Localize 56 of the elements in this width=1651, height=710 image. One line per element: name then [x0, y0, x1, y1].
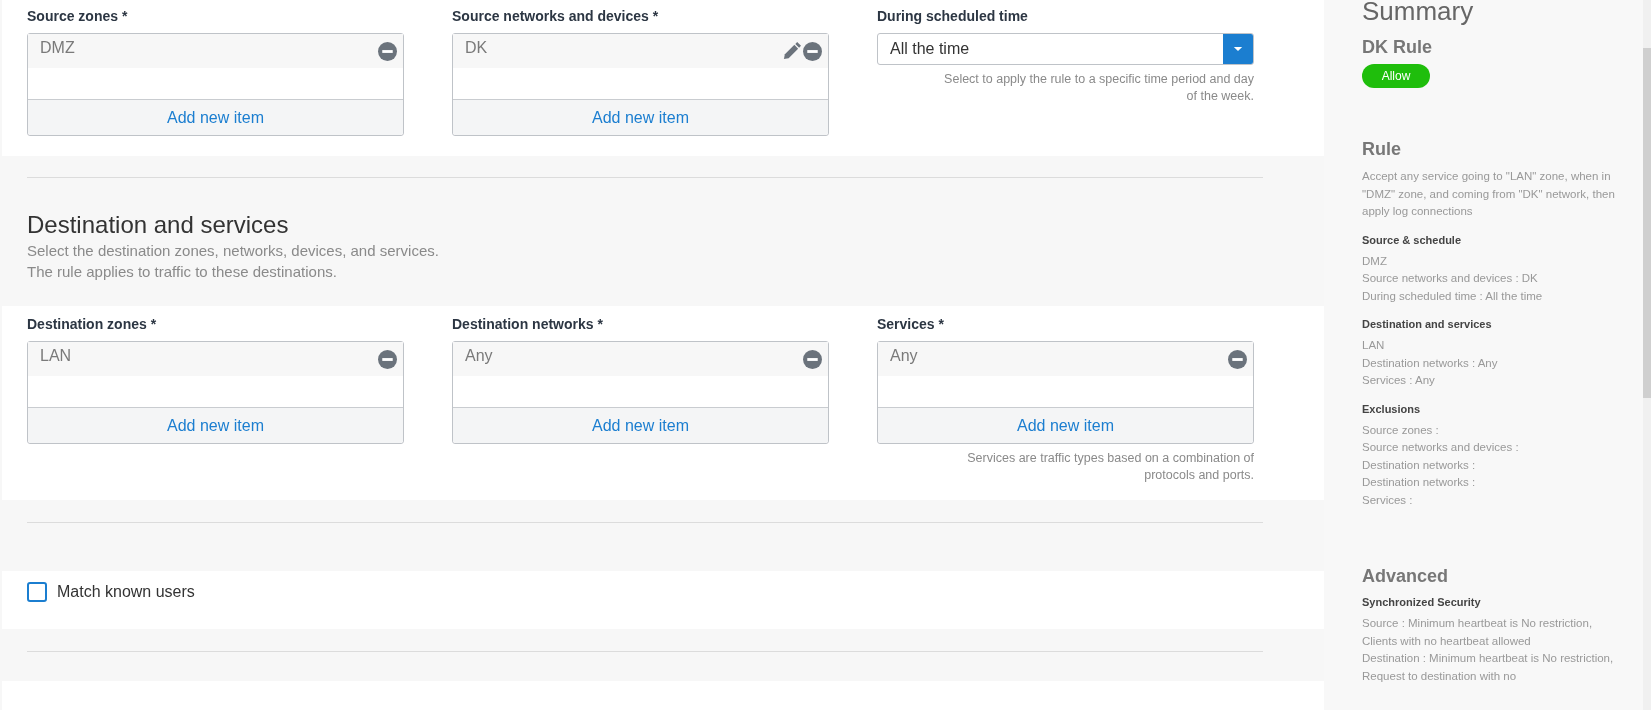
summary-line: Source networks and devices : — [1362, 440, 1520, 455]
field-label: Source zones * — [27, 7, 129, 25]
checkbox-label: Match known users — [57, 582, 195, 602]
add-item-link[interactable]: Add new item — [878, 407, 1253, 443]
summary-group-title: Destination and services — [1362, 317, 1493, 331]
summary-group-title: Synchronized Security — [1362, 595, 1482, 609]
add-item-link[interactable]: Add new item — [453, 99, 828, 135]
rule-name: DK Rule — [1362, 36, 1433, 58]
list-item: Any — [465, 346, 494, 366]
summary-line: LAN — [1362, 338, 1386, 353]
remove-icon[interactable] — [803, 349, 822, 369]
field-label: Services * — [877, 315, 945, 333]
summary-line: Destination networks : — [1362, 475, 1477, 490]
remove-icon[interactable] — [378, 41, 397, 61]
pencil-icon[interactable] — [782, 41, 801, 61]
summary-group-title: Exclusions — [1362, 401, 1422, 416]
field-label: Destination zones * — [27, 315, 158, 333]
summary-line: Services : — [1362, 492, 1414, 508]
list-item: LAN — [40, 346, 73, 366]
summary-line: Source zones : — [1362, 422, 1440, 438]
summary-line: During scheduled time : All the time — [1362, 288, 1544, 304]
add-item-link[interactable]: Add new item — [453, 407, 828, 443]
list-item: Any — [890, 346, 919, 366]
summary-section-title: Advanced — [1362, 565, 1450, 587]
list-item: DMZ — [40, 38, 76, 58]
help-text: Services are traffic types based on a combination of protocols and ports. — [966, 450, 1254, 484]
summary-line: DMZ — [1362, 253, 1388, 269]
dropdown-value: All the time — [889, 39, 971, 59]
summary-section-title: Rule — [1362, 138, 1402, 160]
section-heading: Destination and services — [27, 210, 290, 240]
section-description: Select the destination zones, networks, devices, and services. — [27, 241, 440, 261]
summary-group-title: Source & schedule — [1362, 232, 1463, 247]
scrollbar-thumb[interactable] — [1643, 48, 1651, 398]
help-text: Select to apply the rule to a specific time period and day of the week. — [943, 71, 1254, 105]
checkbox[interactable] — [27, 582, 47, 602]
remove-icon[interactable] — [378, 349, 397, 369]
summary-line: Destination networks : — [1362, 457, 1477, 473]
list-item: DK — [465, 38, 489, 58]
action-badge: Allow — [1362, 64, 1430, 88]
dropdown[interactable]: All the time — [877, 33, 1254, 65]
field-label: Source networks and devices * — [452, 7, 660, 25]
summary-line: Services : Any — [1362, 373, 1436, 388]
add-item-link[interactable]: Add new item — [28, 99, 403, 135]
field-label: During scheduled time — [877, 7, 1029, 25]
dropdown-button[interactable] — [1223, 34, 1253, 64]
section-description: The rule applies to traffic to these destinations. — [27, 262, 338, 282]
add-item-link[interactable]: Add new item — [28, 407, 403, 443]
summary-line: Source networks and devices : DK — [1362, 271, 1539, 286]
summary-text: Accept any service going to "LAN" zone, when in "DMZ" zone, and coming from "DK" network, then apply log connections — [1362, 169, 1616, 219]
summary-line: Destination networks : Any — [1362, 355, 1499, 371]
field-label: Destination networks * — [452, 315, 604, 333]
summary-line: Destination : Minimum heartbeat is No restriction, Request to destination with no — [1362, 651, 1615, 684]
remove-icon[interactable] — [803, 41, 822, 61]
summary-line: Source : Minimum heartbeat is No restriction, Clients with no heartbeat allowed — [1362, 616, 1594, 649]
scrollbar[interactable] — [1643, 0, 1651, 710]
remove-icon[interactable] — [1228, 349, 1247, 369]
